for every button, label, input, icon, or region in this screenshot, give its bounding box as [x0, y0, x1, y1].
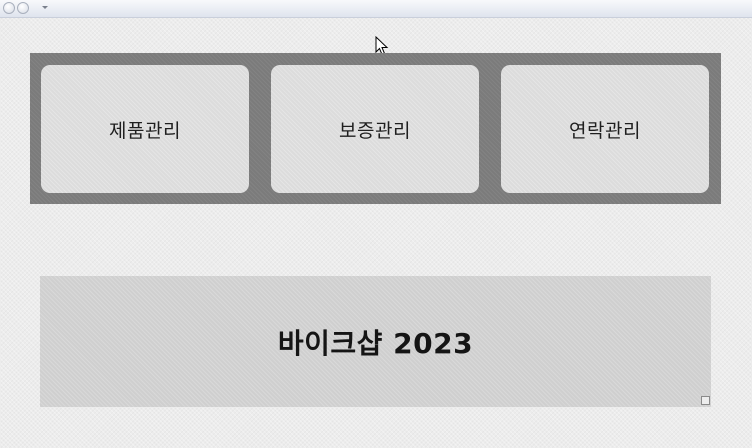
product-management-label: 제품관리: [109, 119, 181, 142]
title-banner: 바이크샵 2023: [40, 276, 711, 407]
chevron-down-icon[interactable]: [42, 6, 48, 9]
contact-management-label: 연락관리: [569, 119, 641, 142]
browser-toolbar: [0, 0, 752, 18]
forward-arrow-icon[interactable]: [17, 2, 29, 14]
menu-panel: 제품관리 보증관리 연락관리: [30, 53, 721, 204]
product-management-button[interactable]: 제품관리: [41, 65, 249, 193]
banner-title: 바이크샵 2023: [277, 326, 474, 360]
warranty-management-button[interactable]: 보증관리: [271, 65, 479, 193]
contact-management-button[interactable]: 연락관리: [501, 65, 709, 193]
back-arrow-icon[interactable]: [3, 2, 15, 14]
resize-handle[interactable]: [701, 396, 710, 405]
warranty-management-label: 보증관리: [339, 119, 411, 142]
